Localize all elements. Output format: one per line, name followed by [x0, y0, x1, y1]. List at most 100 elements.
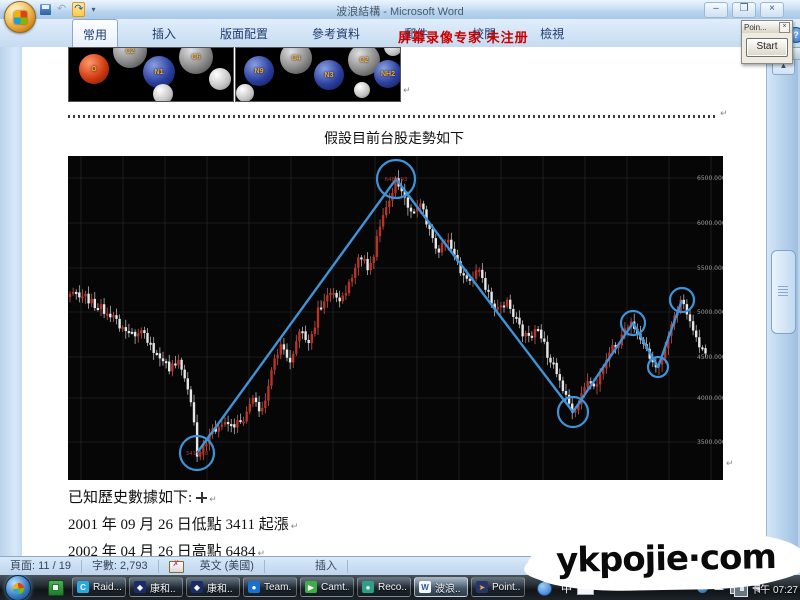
taskbar-button-icon: C	[77, 581, 89, 593]
molecule-right-atoms: N9C4N3C2NH2	[236, 48, 400, 101]
vertical-scrollbar[interactable]: ▲	[766, 47, 798, 556]
separator	[347, 560, 348, 573]
hydrogen-atom	[236, 84, 254, 102]
ribbon-tab[interactable]: 檢視	[530, 19, 574, 46]
taskbar-button[interactable]: ▶ Camt...	[300, 577, 354, 597]
close-button[interactable]: ×	[760, 2, 784, 18]
history-intro-text: 已知歷史數據如下:	[68, 490, 192, 506]
svg-text:6000.000: 6000.000	[697, 220, 723, 227]
taskbar-button-label: Team...	[264, 582, 292, 593]
atom: NH2	[374, 60, 401, 88]
ribbon-tab[interactable]: 參考資料	[302, 19, 370, 46]
insert-mode-indicator[interactable]: 插入	[305, 557, 347, 576]
svg-text:6500.000: 6500.000	[697, 175, 723, 182]
clock[interactable]: 下午 07:27	[750, 581, 798, 596]
paragraph-mark: ↵	[291, 522, 299, 532]
taskbar-button[interactable]: ➤ Point...	[471, 577, 525, 597]
recorder-popup-close-icon[interactable]: ×	[779, 22, 790, 33]
paragraph-mark: ↵	[209, 495, 217, 505]
language-indicator[interactable]: 英文 (美國)	[190, 557, 264, 576]
windows-logo-icon	[12, 582, 24, 594]
separator	[264, 560, 265, 573]
taskbar-button[interactable]: W 波浪..	[414, 577, 468, 597]
taskbar-button[interactable]: ● Team...	[243, 577, 297, 597]
history-low-text: 2001 年 09 月 26 日低點 3411 起漲	[68, 517, 289, 533]
recorder-popup-title: Poin...	[744, 23, 767, 32]
restore-button[interactable]: ❐	[732, 2, 756, 18]
taskbar-button-icon: ▶	[305, 581, 317, 593]
window-title: 波浪結構 - Microsoft Word	[0, 3, 800, 19]
taskbar-button-label: 康和..	[150, 580, 176, 595]
svg-text:4000.000: 4000.000	[697, 395, 723, 402]
office-logo-icon	[14, 11, 27, 24]
document-heading: 假設目前台股走勢如下	[22, 128, 766, 148]
ribbon-tab[interactable]: 常用	[72, 19, 118, 47]
taskbar-button[interactable]: C Raid...	[72, 577, 126, 597]
taskbar-button-icon: ●	[362, 581, 374, 593]
candlestick-chart-svg: 6500.000 6000.000 5500.000 5000.000 4500.000…	[68, 156, 723, 480]
recorder-popup: Poin... × Start	[741, 20, 793, 64]
language-bar-icon[interactable]	[537, 581, 552, 596]
recorder-start-button[interactable]: Start	[746, 38, 788, 57]
minimize-button[interactable]: –	[704, 2, 728, 18]
molecule-image-right[interactable]: N9C4N3C2NH2	[235, 47, 401, 102]
stock-chart-image[interactable]: 6500.000 6000.000 5500.000 5000.000 4500.000…	[68, 156, 723, 480]
separator	[158, 560, 159, 573]
svg-text:3500.000: 3500.000	[697, 439, 723, 446]
taskbar-button-label: Camt...	[321, 582, 349, 593]
taskbar-button-label: 波浪..	[435, 580, 461, 595]
ribbon-tab[interactable]: 版面配置	[210, 19, 278, 46]
start-button[interactable]	[5, 575, 31, 600]
atom: C6	[179, 47, 213, 74]
taskbar-button-icon: W	[419, 581, 431, 593]
molecule-image-left[interactable]: OC2N1C6	[68, 47, 234, 102]
taskbar-button[interactable]: ◆ 康和..	[186, 577, 240, 597]
title-bar: ↶ ↷ ▾ 波浪結構 - Microsoft Word – ❐ ×	[0, 0, 800, 20]
office-button[interactable]	[4, 1, 36, 33]
show-hidden-icons-icon[interactable]	[714, 584, 724, 590]
hydrogen-atom	[153, 84, 173, 102]
scrollbar-thumb[interactable]	[771, 250, 796, 334]
atom: C4	[280, 47, 312, 74]
svg-text:4500.000: 4500.000	[697, 354, 723, 361]
taskbar-button[interactable]: ● Reco...	[357, 577, 411, 597]
atom: O	[79, 54, 109, 84]
mouse-cursor-icon	[196, 492, 207, 503]
svg-text:5500.000: 5500.000	[697, 265, 723, 272]
site-watermark-text: ykpojie·com	[556, 537, 776, 581]
atom: N9	[244, 56, 274, 86]
atom: N3	[314, 60, 344, 90]
taskbar-button-icon: ◆	[134, 581, 146, 593]
svg-text:3411.68: 3411.68	[186, 451, 209, 457]
ribbon-tab[interactable]: 插入	[142, 19, 186, 46]
atom: C2	[113, 47, 147, 68]
document-left-margin	[0, 47, 22, 556]
quick-launch-icon[interactable]	[48, 580, 64, 596]
atom: N1	[143, 56, 175, 88]
ime-indicator[interactable]: 中	[561, 580, 572, 596]
paragraph-mark: ↵	[720, 108, 728, 119]
taskbar-button-label: Point...	[492, 582, 520, 593]
taskbar-button-icon: ➤	[476, 581, 488, 593]
dotted-separator	[68, 115, 718, 118]
taskbar-button-label: Raid...	[93, 582, 121, 593]
paragraph-mark: ↵	[726, 458, 734, 469]
hydrogen-atom	[354, 82, 370, 98]
svg-text:6484.93: 6484.93	[385, 177, 408, 183]
paragraph-mark: ↵	[403, 85, 411, 96]
svg-text:5000.000: 5000.000	[697, 309, 723, 316]
screen-recorder-watermark: 屏幕录像专家 未注册	[398, 27, 529, 46]
spellcheck-icon[interactable]	[169, 561, 184, 573]
molecule-left-atoms: OC2N1C6	[69, 48, 233, 101]
taskbar-button-label: Reco...	[378, 582, 406, 593]
document-paragraphs: 已知歷史數據如下:↵ 2001 年 09 月 26 日低點 3411 起漲↵ 2…	[68, 486, 298, 567]
screen: ↶ ↷ ▾ 波浪結構 - Microsoft Word – ❐ × 常用插入版面…	[0, 0, 800, 600]
taskbar-button-icon: ●	[248, 581, 260, 593]
taskbar-button-icon: ◆	[191, 581, 203, 593]
taskbar-button[interactable]: ◆ 康和..	[129, 577, 183, 597]
word-count[interactable]: 字數: 2,793	[82, 557, 158, 576]
hydrogen-atom	[209, 68, 231, 90]
taskbar-button-label: 康和..	[207, 580, 233, 595]
page-indicator[interactable]: 頁面: 11 / 19	[0, 557, 81, 576]
taskbar-buttons: C Raid... ◆ 康和.. ◆ 康和.. ● Team... ▶ Camt…	[72, 577, 525, 597]
